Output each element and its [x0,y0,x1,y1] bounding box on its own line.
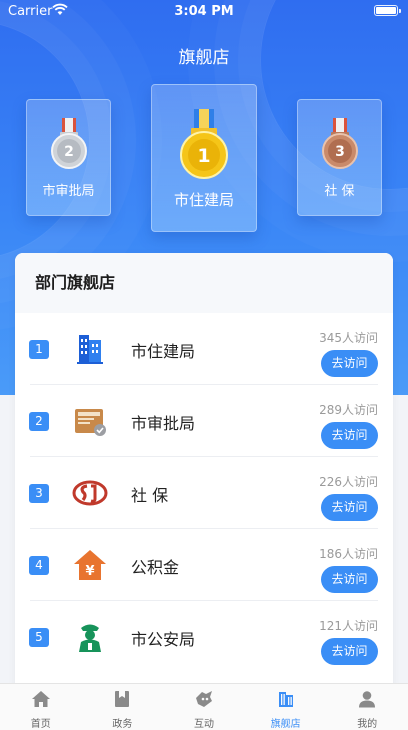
podium-label: 市审批局 [42,184,95,199]
podium-card-first[interactable]: 1 市住建局 [151,84,257,232]
podium-card-second[interactable]: 2 市审批局 [26,99,111,216]
department-name: 公积金 [131,558,180,577]
visit-button[interactable]: 去访问 [321,422,378,449]
rank-badge: 3 [29,484,49,503]
rank-badge: 4 [29,556,49,575]
visit-count: 186人访问 [319,547,378,561]
podium-label: 市住建局 [173,191,234,209]
department-name: 市审批局 [131,414,196,433]
clock: 3:04 PM [174,4,234,19]
list-item[interactable]: 2 市审批局 289人访问 去访问 [15,385,393,457]
tab-label: 首页 [30,719,51,730]
podium-card-third[interactable]: 3 社 保 [297,99,382,216]
tab-label: 旗舰店 [270,719,301,730]
list-item[interactable]: 1 市住建局 345人访问 去访问 [15,313,393,385]
list-item[interactable]: 4 ¥ 公积金 186人访问 去访问 [15,529,393,601]
visit-button[interactable]: 去访问 [321,566,378,593]
battery-icon [374,5,401,16]
status-bar: Carrier 3:04 PM [0,0,408,22]
social-security-logo-icon [72,480,108,506]
list-item[interactable]: 3 社 保 226人访问 去访问 [15,457,393,529]
tab-label: 互动 [193,719,214,730]
tab-profile[interactable]: 我的 [326,684,408,730]
profile-icon [359,691,376,708]
tab-home[interactable]: 首页 [0,684,82,730]
visit-button[interactable]: 去访问 [321,494,378,521]
interaction-icon [195,691,212,707]
department-name: 市公安局 [131,630,196,649]
podium-rank: 3 [335,144,345,160]
department-panel: 部门旗舰店 1 市住建局 345人访问 去访问 2 市审批局 289人访问 去访… [15,253,393,693]
department-name: 市住建局 [131,342,196,361]
tab-bar: 首页 政务 互动 旗舰店 我的 [0,683,408,730]
bronze-medal-icon: 3 [321,118,358,169]
rank-badge: 2 [29,412,49,431]
svg-text:¥: ¥ [85,564,94,579]
podium-rank: 2 [64,144,74,160]
police-icon [79,624,101,652]
tab-label: 我的 [357,719,378,730]
approval-folder-icon [75,409,106,436]
tab-label: 政务 [112,719,133,730]
government-icon [115,691,130,707]
section-title: 部门旗舰店 [15,253,393,313]
visit-button[interactable]: 去访问 [321,638,378,665]
silver-medal-icon: 2 [50,118,87,169]
flagship-store-icon [278,692,293,707]
page-title: 旗舰店 [178,48,230,68]
list-item[interactable]: 5 市公安局 121人访问 去访问 [15,601,393,673]
podium-rank: 1 [197,145,210,167]
tab-government[interactable]: 政务 [82,684,164,730]
home-icon [31,691,50,707]
gold-medal-icon: 1 [180,109,228,179]
visit-button[interactable]: 去访问 [321,350,378,377]
department-name: 社 保 [131,486,169,505]
visit-count: 226人访问 [319,475,378,489]
visit-count: 289人访问 [319,403,378,417]
visit-count: 121人访问 [319,619,378,633]
tab-interaction[interactable]: 互动 [163,684,245,730]
rank-badge: 5 [29,628,49,647]
rank-badge: 1 [29,340,49,359]
podium-label: 社 保 [324,184,355,199]
housing-fund-icon: ¥ [74,550,106,580]
tab-flagship-store[interactable]: 旗舰店 [245,684,327,730]
building-icon [77,335,103,364]
visit-count: 345人访问 [319,331,378,345]
